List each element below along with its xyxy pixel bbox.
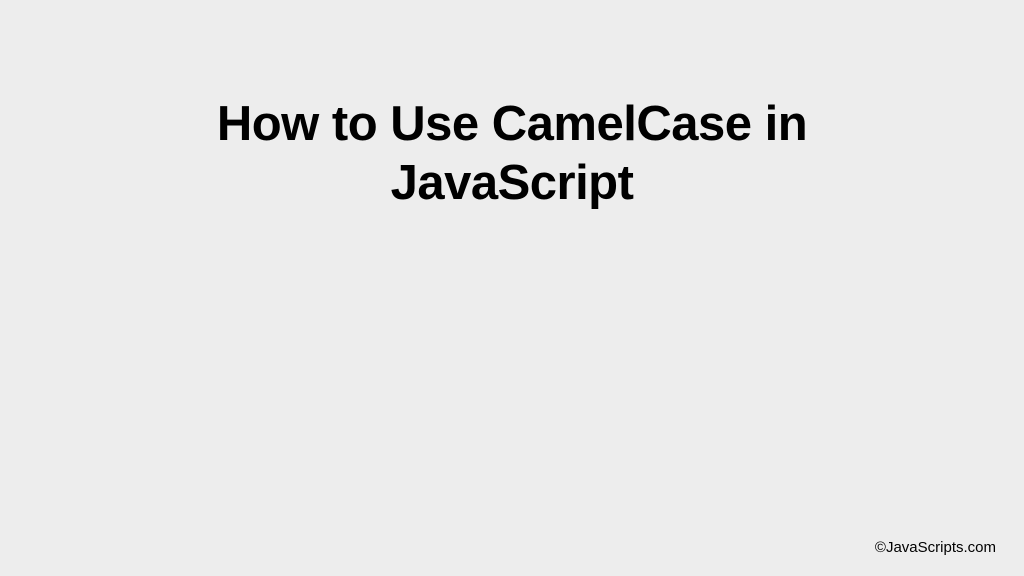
footer-credit: ©JavaScripts.com bbox=[875, 539, 996, 556]
page-title: How to Use CamelCase in JavaScript bbox=[132, 95, 892, 213]
